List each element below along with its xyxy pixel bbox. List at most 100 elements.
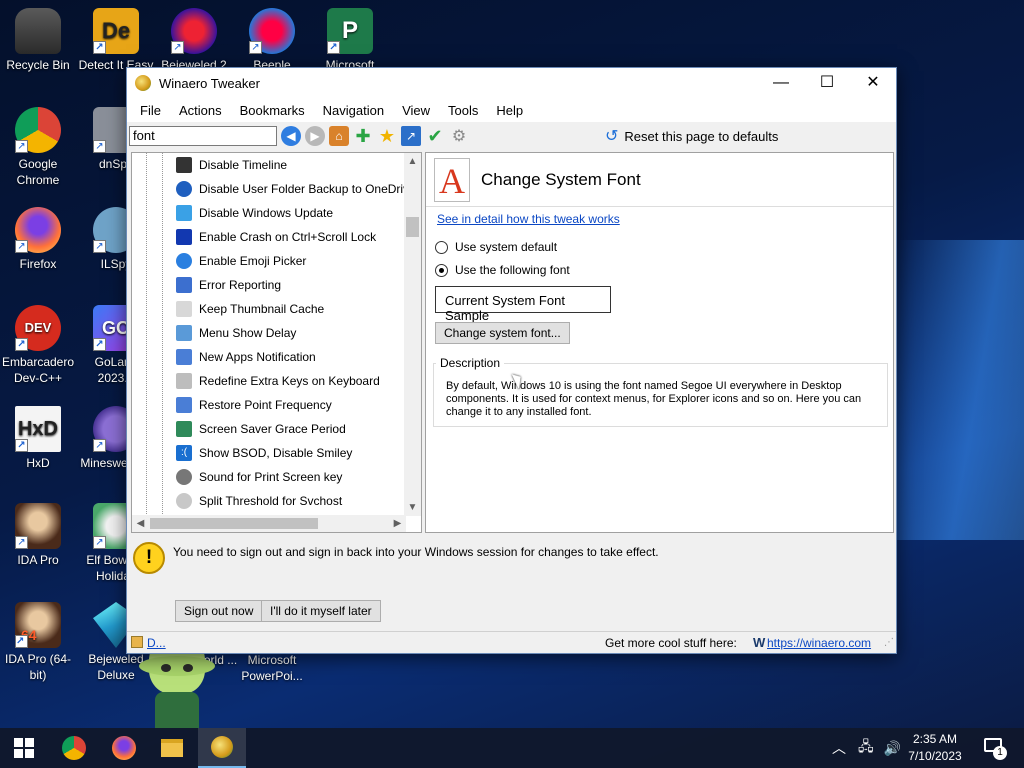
taskbar-chrome[interactable] <box>50 728 98 768</box>
start-button[interactable] <box>0 728 48 768</box>
tree-item-menu-show-delay[interactable]: Menu Show Delay <box>132 321 421 345</box>
keyboard-icon <box>176 373 192 389</box>
tree-item-disable-windows-update[interactable]: Disable Windows Update <box>132 201 421 225</box>
tree-item-emoji-picker[interactable]: Enable Emoji Picker <box>132 249 421 273</box>
radio-use-following-font[interactable]: Use the following font <box>435 263 570 277</box>
icon-label: Google Chrome <box>16 157 60 187</box>
menu-delay-icon <box>176 325 192 341</box>
tree-item-restore-point[interactable]: Restore Point Frequency <box>132 393 421 417</box>
menu-help[interactable]: Help <box>487 103 532 118</box>
chrome-icon: ↗ <box>15 107 61 153</box>
tree-item-extra-keys[interactable]: Redefine Extra Keys on Keyboard <box>132 369 421 393</box>
tree-item-enable-crash[interactable]: Enable Crash on Ctrl+Scroll Lock <box>132 225 421 249</box>
tree-item-thumbnail-cache[interactable]: Keep Thumbnail Cache <box>132 297 421 321</box>
scrollbar-thumb[interactable] <box>150 518 318 529</box>
scroll-up-arrow-icon[interactable]: ▲ <box>404 153 421 170</box>
chrome-icon <box>62 736 86 760</box>
tree-item-disable-onedrive-backup[interactable]: Disable User Folder Backup to OneDrive <box>132 177 421 201</box>
taskbar-winaero-tweaker[interactable] <box>198 728 246 768</box>
menu-actions[interactable]: Actions <box>170 103 231 118</box>
desktop-icon-detect-it-easy[interactable]: De ↗ Detect It Easy <box>78 8 154 73</box>
search-input[interactable]: font <box>129 126 277 146</box>
back-arrow-icon[interactable]: ◀ <box>281 126 301 146</box>
shortcut-arrow-icon: ↗ <box>15 240 28 253</box>
volume-icon[interactable]: 🔊 <box>884 740 901 757</box>
font-document-icon: A <box>434 157 470 202</box>
maximize-button[interactable]: ☐ <box>804 68 850 98</box>
settings-gear-icon[interactable]: ⚙ <box>449 126 469 146</box>
firefox-icon <box>112 736 136 760</box>
status-left-text[interactable]: D... <box>147 636 166 650</box>
home-icon[interactable]: ⌂ <box>329 126 349 146</box>
windows-logo-icon <box>14 738 34 758</box>
warning-icon: ! <box>133 542 165 574</box>
do-it-later-button[interactable]: I'll do it myself later <box>261 600 381 622</box>
shortcut-arrow-icon: ↗ <box>171 41 184 54</box>
menu-file[interactable]: File <box>131 103 170 118</box>
winaero-app-icon <box>135 75 151 91</box>
taskbar-file-explorer[interactable] <box>148 728 196 768</box>
scroll-down-arrow-icon[interactable]: ▼ <box>404 499 421 516</box>
apply-check-icon[interactable]: ✔ <box>425 126 445 146</box>
tree-item-svchost-threshold[interactable]: Split Threshold for Svchost <box>132 489 421 513</box>
icon-label: Embarcadero Dev-C++ <box>1 355 75 385</box>
desktop-icon-firefox[interactable]: ↗ Firefox <box>0 207 76 272</box>
add-bookmark-icon[interactable]: ✚ <box>353 126 373 146</box>
menu-view[interactable]: View <box>393 103 439 118</box>
desktop-icon-dev-cpp[interactable]: DEV ↗ Embarcadero Dev-C++ <box>0 305 76 386</box>
radio-use-system-default[interactable]: Use system default <box>435 240 557 254</box>
clock[interactable]: 2:35 AM 7/10/2023 <box>900 731 970 765</box>
action-center-button[interactable]: 1 <box>980 736 1007 760</box>
menu-navigation[interactable]: Navigation <box>314 103 393 118</box>
tree-vertical-scrollbar[interactable]: ▲ ▼ <box>404 153 421 516</box>
scrollbar-thumb[interactable] <box>406 217 419 237</box>
close-button[interactable]: ✕ <box>850 68 896 98</box>
winaero-app-icon <box>211 736 233 758</box>
desktop-icon-bejeweled-2[interactable]: ↗ Bejeweled 2 <box>156 8 232 73</box>
taskbar: ︿ 🖧 🔊 2:35 AM 7/10/2023 1 <box>0 728 1024 768</box>
desktop-icon-recycle-bin[interactable]: Recycle Bin <box>0 8 76 73</box>
detail-link[interactable]: See in detail how this tweak works <box>437 212 620 226</box>
notice-text: You need to sign out and sign in back in… <box>173 545 659 559</box>
desktop-icon-beeple[interactable]: ↗ Beeple <box>234 8 310 73</box>
shortcut-arrow-icon: ↗ <box>93 536 106 549</box>
scroll-right-arrow-icon[interactable]: ▶ <box>389 515 406 532</box>
tree-horizontal-scrollbar[interactable]: ◀ ▶ <box>132 515 406 532</box>
winaero-link[interactable]: https://winaero.com <box>767 636 871 650</box>
sound-icon <box>176 469 192 485</box>
description-text: By default, Windows 10 is using the font… <box>446 380 862 418</box>
font-sample-box: Current System Font Sample <box>435 286 611 323</box>
desktop-icon-powerpoint[interactable]: Microsoft PowerPoi... <box>234 652 310 684</box>
bookmarks-star-icon[interactable]: ★ <box>377 126 397 146</box>
minimize-button[interactable]: — <box>758 68 804 98</box>
taskbar-firefox[interactable] <box>100 728 148 768</box>
tree-item-screen-saver[interactable]: Screen Saver Grace Period <box>132 417 421 441</box>
desktop-icon-ida-pro[interactable]: ↗ IDA Pro <box>0 503 76 568</box>
title-bar[interactable]: Winaero Tweaker — ☐ ✕ <box>127 68 896 98</box>
menu-tools[interactable]: Tools <box>439 103 487 118</box>
hxd-icon: HxD ↗ <box>15 406 61 452</box>
menu-bookmarks[interactable]: Bookmarks <box>231 103 314 118</box>
radio-button-selected[interactable] <box>435 263 448 277</box>
shortcut-icon[interactable]: ↗ <box>401 126 421 146</box>
show-hidden-icons-chevron-icon[interactable]: ︿ <box>832 738 846 758</box>
sign-out-now-button[interactable]: Sign out now <box>175 600 263 622</box>
shortcut-arrow-icon: ↗ <box>249 41 262 54</box>
tree-item-show-bsod[interactable]: :(Show BSOD, Disable Smiley <box>132 441 421 465</box>
resize-grip-icon[interactable]: ⋰ <box>884 637 894 648</box>
tree-item-new-apps-notification[interactable]: New Apps Notification <box>132 345 421 369</box>
desktop-icon-microsoft[interactable]: P ↗ Microsoft <box>312 8 388 73</box>
network-icon[interactable]: 🖧 <box>858 736 874 760</box>
change-system-font-button[interactable]: Change system font... <box>435 322 570 344</box>
forward-arrow-icon[interactable]: ▶ <box>305 126 325 146</box>
reset-page-button[interactable]: ↺ Reset this page to defaults <box>605 126 778 146</box>
ida-pro-icon: ↗ <box>15 503 61 549</box>
desktop-icon-google-chrome[interactable]: ↗ Google Chrome <box>0 107 76 188</box>
tree-item-error-reporting[interactable]: Error Reporting <box>132 273 421 297</box>
tree-item-disable-timeline[interactable]: Disable Timeline <box>132 153 421 177</box>
desktop-icon-ida-pro-64[interactable]: 64 ↗ IDA Pro (64-bit) <box>0 602 76 683</box>
scroll-left-arrow-icon[interactable]: ◀ <box>132 515 149 532</box>
tree-item-print-screen-sound[interactable]: Sound for Print Screen key <box>132 465 421 489</box>
radio-button[interactable] <box>435 240 448 254</box>
desktop-icon-hxd[interactable]: HxD ↗ HxD <box>0 406 76 471</box>
